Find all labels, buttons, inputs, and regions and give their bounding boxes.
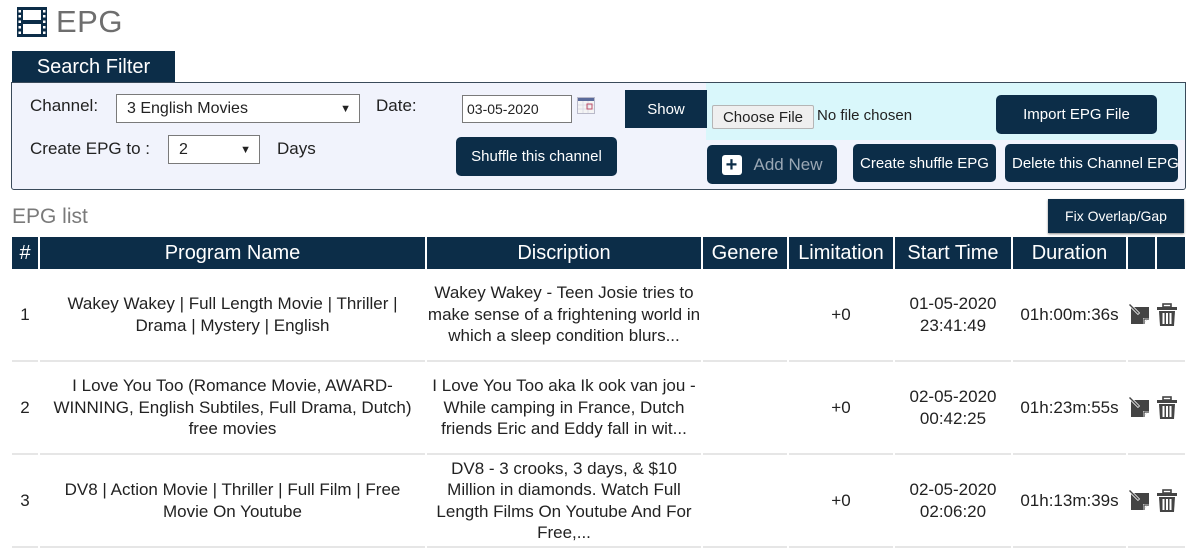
program-name: DV8 | Action Movie | Thriller | Full Fil… (40, 455, 425, 548)
program-description: I Love You Too aka Ik ook van jou - Whil… (427, 362, 701, 455)
program-start-time: 01-05-2020 23:41:49 (895, 269, 1011, 362)
date-input[interactable] (462, 95, 572, 123)
chevron-down-icon: ▼ (240, 143, 251, 156)
create-shuffle-epg-button[interactable]: Create shuffle EPG (853, 144, 996, 182)
date-label: Date: (376, 96, 417, 115)
channel-select-value: 3 English Movies (127, 99, 248, 117)
row-actions (1128, 362, 1185, 455)
fix-overlap-gap-button[interactable]: Fix Overlap/Gap (1048, 199, 1184, 233)
row-actions (1128, 269, 1185, 362)
no-file-chosen-text: No file chosen (817, 107, 913, 124)
table-row: 2 I Love You Too (Romance Movie, AWARD-W… (12, 362, 1185, 455)
row-number: 2 (12, 362, 38, 455)
program-limitation: +0 (789, 455, 893, 548)
row-actions (1128, 455, 1185, 548)
edit-icon[interactable] (1128, 395, 1152, 420)
days-label: Days (277, 139, 316, 158)
calendar-icon[interactable] (577, 97, 595, 114)
add-new-label: Add New (753, 154, 823, 174)
program-duration: 01h:23m:55s (1013, 362, 1126, 455)
col-description: Discription (427, 237, 701, 269)
epg-list-title: EPG list (12, 205, 88, 228)
program-start-time: 02-05-2020 00:42:25 (895, 362, 1011, 455)
edit-icon[interactable] (1128, 302, 1152, 327)
row-number: 1 (12, 269, 38, 362)
table-row: 1 Wakey Wakey | Full Length Movie | Thri… (12, 269, 1185, 362)
channel-label: Channel: (30, 96, 99, 115)
start-date: 02-05-2020 (909, 387, 997, 406)
program-description: DV8 - 3 crooks, 3 days, & $10 Million in… (427, 455, 701, 548)
col-edit (1128, 237, 1155, 269)
chevron-down-icon: ▼ (340, 102, 351, 115)
program-genre (703, 455, 787, 548)
trash-icon[interactable] (1156, 395, 1178, 420)
program-name: Wakey Wakey | Full Length Movie | Thrill… (40, 269, 425, 362)
import-epg-button[interactable]: Import EPG File (996, 95, 1157, 134)
create-epg-label: Create EPG to : (30, 139, 150, 158)
col-number: # (12, 237, 38, 269)
program-duration: 01h:13m:39s (1013, 455, 1126, 548)
col-limitation: Limitation (789, 237, 893, 269)
program-genre (703, 362, 787, 455)
trash-icon[interactable] (1156, 302, 1178, 327)
delete-channel-epg-button[interactable]: Delete this Channel EPG (1005, 144, 1178, 182)
col-genre: Genere (703, 237, 787, 269)
col-program-name: Program Name (40, 237, 425, 269)
col-duration: Duration (1013, 237, 1126, 269)
program-start-time: 02-05-2020 02:06:20 (895, 455, 1011, 548)
page-header: EPG (16, 2, 123, 42)
col-start-time: Start Time (895, 237, 1011, 269)
page-title: EPG (56, 4, 123, 39)
start-clock: 00:42:25 (919, 408, 987, 428)
row-number: 3 (12, 455, 38, 548)
program-limitation: +0 (789, 269, 893, 362)
show-button[interactable]: Show (625, 90, 707, 128)
program-description: Wakey Wakey - Teen Josie tries to make s… (427, 269, 701, 362)
col-delete (1157, 237, 1185, 269)
shuffle-channel-button[interactable]: Shuffle this channel (456, 137, 617, 176)
start-date: 01-05-2020 (909, 294, 997, 313)
start-date: 02-05-2020 (909, 480, 997, 499)
program-name: I Love You Too (Romance Movie, AWARD-WIN… (40, 362, 425, 455)
days-select-value: 2 (179, 140, 188, 158)
start-clock: 23:41:49 (919, 315, 987, 335)
table-header-row: # Program Name Discription Genere Limita… (12, 237, 1185, 269)
program-duration: 01h:00m:36s (1013, 269, 1126, 362)
trash-icon[interactable] (1156, 488, 1178, 513)
channel-select[interactable]: 3 English Movies ▼ (116, 94, 360, 123)
film-icon (17, 7, 47, 37)
choose-file-button[interactable]: Choose File (712, 105, 814, 129)
plus-icon: + (721, 154, 742, 175)
days-select[interactable]: 2 ▼ (168, 135, 260, 164)
edit-icon[interactable] (1128, 488, 1152, 513)
program-limitation: +0 (789, 362, 893, 455)
program-genre (703, 269, 787, 362)
table-row: 3 DV8 | Action Movie | Thriller | Full F… (12, 455, 1185, 548)
search-filter-tab[interactable]: Search Filter (12, 51, 175, 83)
epg-table: # Program Name Discription Genere Limita… (10, 237, 1187, 548)
start-clock: 02:06:20 (919, 501, 987, 521)
add-new-button[interactable]: + Add New (707, 145, 837, 184)
